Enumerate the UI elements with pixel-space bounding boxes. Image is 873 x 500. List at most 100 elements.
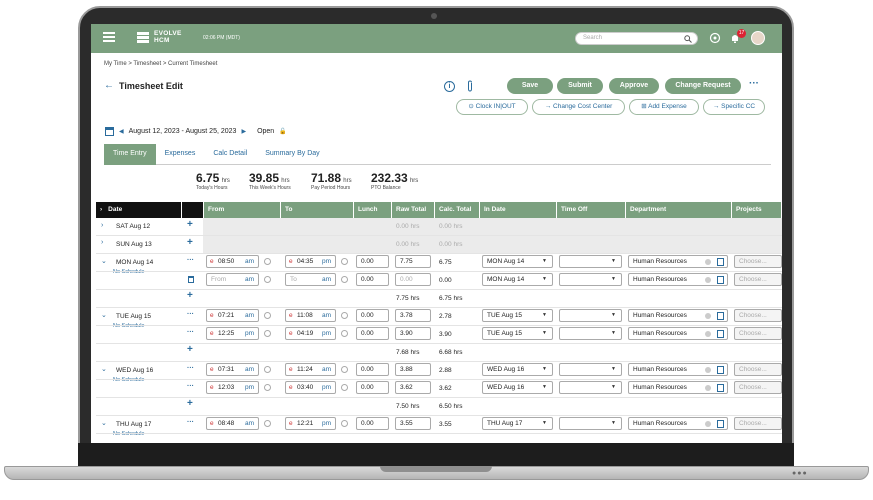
clear-icon[interactable] <box>705 331 711 337</box>
time-off-select[interactable]: ▼ <box>559 255 622 268</box>
prev-period-icon[interactable]: ◀ <box>119 128 124 135</box>
collapse-chevron-icon[interactable]: ⌄ <box>101 311 107 319</box>
collapse-chevron-icon[interactable]: ⌄ <box>101 419 107 427</box>
projects-field[interactable]: Choose... <box>734 381 782 394</box>
to-ampm[interactable]: am <box>322 312 331 319</box>
from-field[interactable]: e 07:31 am <box>206 363 259 376</box>
from-ampm[interactable]: am <box>245 312 254 319</box>
avatar[interactable] <box>751 31 765 45</box>
projects-field[interactable]: Choose... <box>734 309 782 322</box>
day-schedule[interactable]: No Schedule <box>113 269 145 275</box>
lunch-field[interactable]: 0.00 <box>356 309 389 322</box>
tab-expenses[interactable]: Expenses <box>156 144 205 165</box>
attachment-icon[interactable] <box>466 80 474 92</box>
projects-field[interactable]: Choose... <box>734 417 782 430</box>
row-menu-icon[interactable]: ··· <box>187 257 194 264</box>
to-field[interactable]: e 11:08 am <box>285 309 336 322</box>
picker-icon[interactable] <box>717 258 724 266</box>
row-menu-icon[interactable]: ··· <box>187 383 194 390</box>
from-field[interactable]: e 12:25 pm <box>206 327 259 340</box>
next-period-icon[interactable]: ▶ <box>241 128 246 135</box>
raw-field[interactable]: 3.78 <box>395 309 431 322</box>
day-schedule[interactable]: No Schedule <box>113 377 145 383</box>
info-icon[interactable]: i <box>444 81 455 92</box>
raw-field[interactable]: 3.62 <box>395 381 431 394</box>
to-field[interactable]: e 04:19 pm <box>285 327 336 340</box>
lunch-field[interactable]: 0.00 <box>356 363 389 376</box>
lunch-field[interactable]: 0.00 <box>356 255 389 268</box>
projects-field[interactable]: Choose... <box>734 363 782 376</box>
save-button[interactable]: Save <box>507 78 553 94</box>
to-ampm[interactable]: pm <box>322 420 331 427</box>
collapse-chevron-icon[interactable]: ⌄ <box>101 365 107 373</box>
search-input[interactable]: Search <box>575 32 698 45</box>
breadcrumb[interactable]: My Time > Timesheet > Current Timesheet <box>104 61 217 67</box>
time-off-select[interactable]: ▼ <box>559 381 622 394</box>
department-field[interactable]: Human Resources <box>628 381 728 394</box>
row-menu-icon[interactable]: ··· <box>187 329 194 336</box>
projects-field[interactable]: Choose... <box>734 327 782 340</box>
add-entry-icon[interactable]: + <box>187 219 193 230</box>
in-date-select[interactable]: MON Aug 14 ▼ <box>482 273 553 286</box>
to-field[interactable]: e 04:35 pm <box>285 255 336 268</box>
add-entry-icon[interactable]: + <box>187 344 193 355</box>
from-ampm[interactable]: am <box>245 258 254 265</box>
picker-icon[interactable] <box>717 312 724 320</box>
lookup-icon[interactable] <box>341 276 348 283</box>
raw-field[interactable]: 3.90 <box>395 327 431 340</box>
more-actions-icon[interactable]: ··· <box>749 78 759 89</box>
department-field[interactable]: Human Resources <box>628 309 728 322</box>
to-field[interactable]: e 03:40 pm <box>285 381 336 394</box>
tab-summary-by-day[interactable]: Summary By Day <box>256 144 328 165</box>
in-date-select[interactable]: WED Aug 16 ▼ <box>482 381 553 394</box>
lunch-field[interactable]: 0.00 <box>356 273 389 286</box>
add-expense-button[interactable]: ⊞ Add Expense <box>629 99 699 115</box>
lunch-field[interactable]: 0.00 <box>356 417 389 430</box>
to-field[interactable]: e 12:21 pm <box>285 417 336 430</box>
picker-icon[interactable] <box>717 330 724 338</box>
from-ampm[interactable]: am <box>245 420 254 427</box>
clear-icon[interactable] <box>705 421 711 427</box>
hamburger-menu-icon[interactable] <box>103 32 115 44</box>
lookup-icon[interactable] <box>341 312 348 319</box>
row-menu-icon[interactable]: ··· <box>187 365 194 372</box>
department-field[interactable]: Human Resources <box>628 255 728 268</box>
lookup-icon[interactable] <box>341 384 348 391</box>
calendar-icon[interactable] <box>105 127 114 136</box>
from-ampm[interactable]: am <box>245 366 254 373</box>
tab-calc-detail[interactable]: Calc Detail <box>204 144 256 165</box>
to-ampm[interactable]: am <box>322 276 331 283</box>
clear-icon[interactable] <box>705 367 711 373</box>
from-field[interactable]: e 07:21 am <box>206 309 259 322</box>
in-date-select[interactable]: TUE Aug 15 ▼ <box>482 309 553 322</box>
collapse-chevron-icon[interactable]: ⌄ <box>101 257 107 265</box>
add-entry-icon[interactable]: + <box>187 290 193 301</box>
lookup-icon[interactable] <box>264 366 271 373</box>
from-field[interactable]: e 12:03 pm <box>206 381 259 394</box>
clear-icon[interactable] <box>705 313 711 319</box>
clear-icon[interactable] <box>705 259 711 265</box>
from-ampm[interactable]: pm <box>245 384 254 391</box>
add-entry-icon[interactable]: + <box>187 398 193 409</box>
submit-button[interactable]: Submit <box>557 78 603 94</box>
raw-field[interactable]: 7.75 <box>395 255 431 268</box>
from-ampm[interactable]: am <box>245 276 254 283</box>
clear-icon[interactable] <box>705 277 711 283</box>
picker-icon[interactable] <box>717 276 724 284</box>
to-ampm[interactable]: pm <box>322 384 331 391</box>
col-header-date[interactable]: › Date <box>96 202 182 218</box>
help-icon[interactable] <box>709 32 721 44</box>
from-ampm[interactable]: pm <box>245 330 254 337</box>
projects-field[interactable]: Choose... <box>734 255 782 268</box>
delete-icon[interactable] <box>188 276 194 283</box>
time-off-select[interactable]: ▼ <box>559 309 622 322</box>
tab-time-entry[interactable]: Time Entry <box>104 144 156 165</box>
clock-in-out-button[interactable]: ⊙ Clock IN|OUT <box>456 99 528 115</box>
department-field[interactable]: Human Resources <box>628 327 728 340</box>
lunch-field[interactable]: 0.00 <box>356 381 389 394</box>
lookup-icon[interactable] <box>264 330 271 337</box>
picker-icon[interactable] <box>717 420 724 428</box>
time-off-select[interactable]: ▼ <box>559 417 622 430</box>
in-date-select[interactable]: WED Aug 16 ▼ <box>482 363 553 376</box>
expand-chevron-icon[interactable]: › <box>101 239 103 246</box>
